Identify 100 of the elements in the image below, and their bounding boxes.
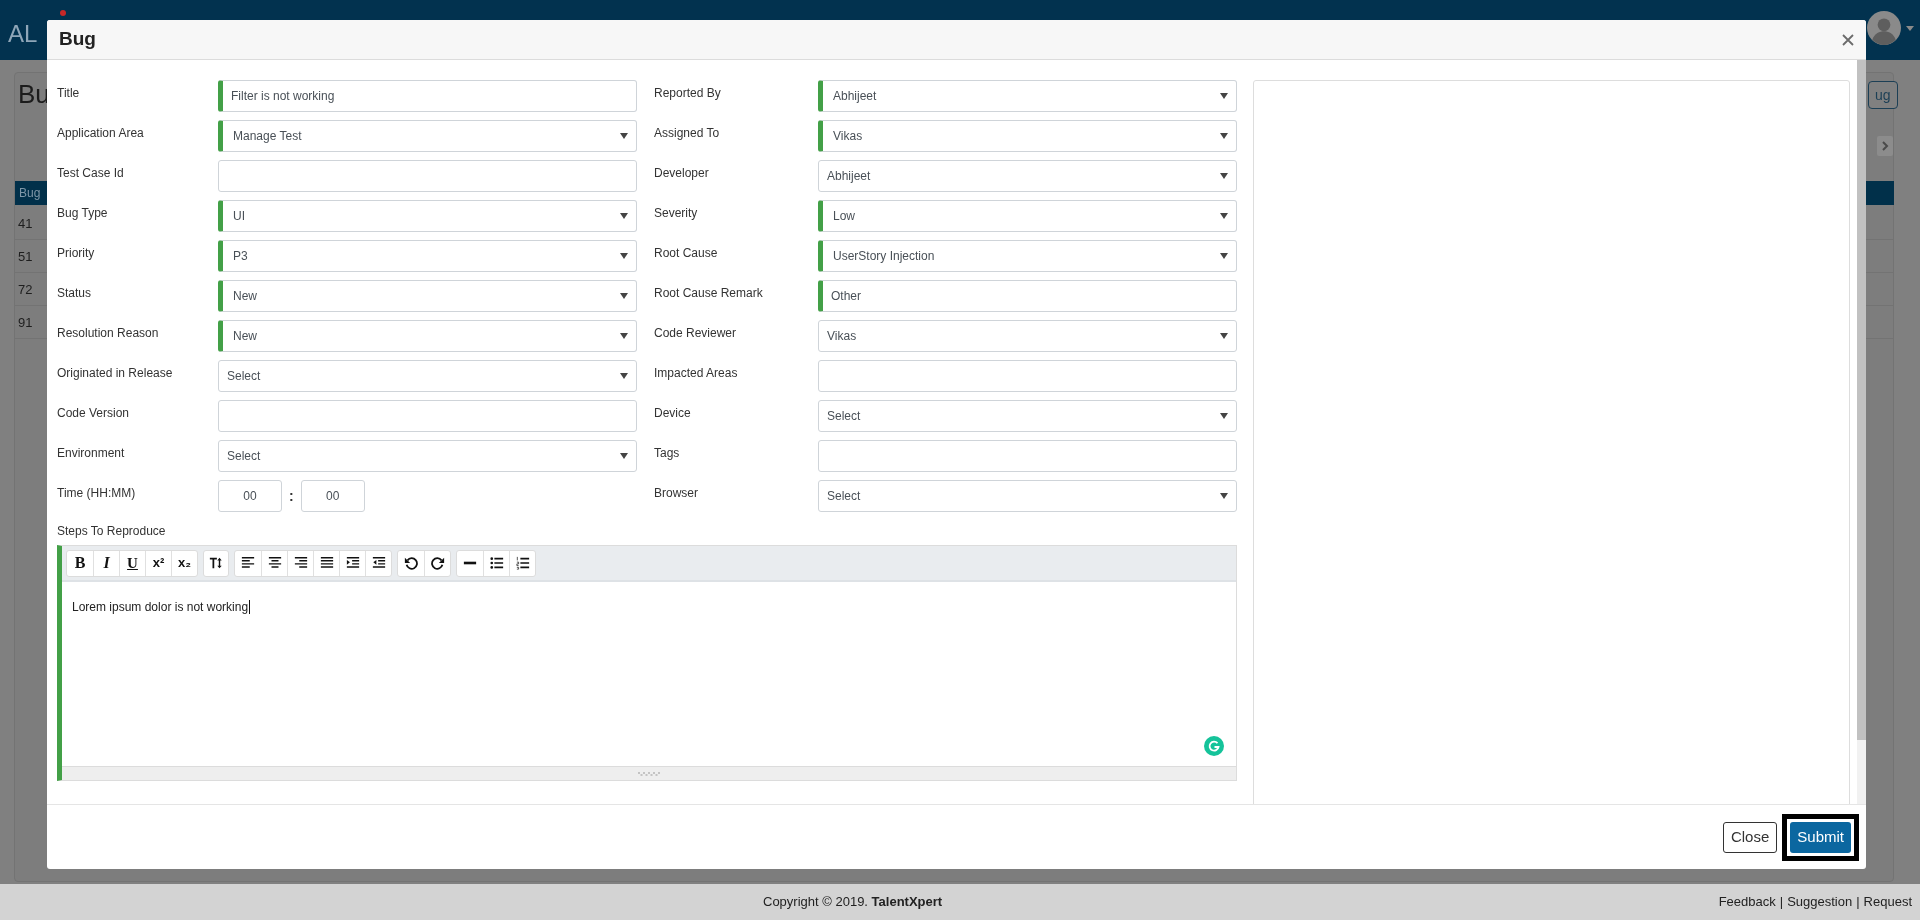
align-center-icon <box>267 556 282 570</box>
field-label: Assigned To <box>654 126 720 140</box>
font-size-button[interactable] <box>203 549 229 577</box>
align-right-icon <box>293 556 308 570</box>
caret-icon <box>1220 93 1228 99</box>
font-size-icon <box>209 556 223 570</box>
select-field[interactable]: New <box>218 320 637 352</box>
redo-icon <box>430 556 445 570</box>
numbered-list-icon <box>515 556 530 570</box>
field-label: Tags <box>654 446 680 460</box>
superscript-button[interactable]: x² <box>145 550 171 576</box>
submit-button[interactable]: Submit <box>1790 821 1851 853</box>
select-field[interactable]: New <box>218 280 637 312</box>
separator: | <box>1779 893 1784 911</box>
field-label: Developer <box>654 166 709 180</box>
field-label: Steps To Reproduce <box>57 524 166 538</box>
subscript-button[interactable]: x₂ <box>171 550 197 576</box>
scrollbar[interactable] <box>1857 60 1866 804</box>
table-cell: 41 <box>18 216 33 232</box>
editor-text: Lorem ipsum dolor is not working <box>72 600 251 614</box>
field-label: Browser <box>654 486 698 500</box>
field-label: Time (HH:MM) <box>57 486 136 500</box>
caret-icon <box>620 253 628 259</box>
field-label: Bug Type <box>57 206 108 220</box>
input-field[interactable] <box>818 360 1237 392</box>
field-label: Priority <box>57 246 95 260</box>
select-field[interactable]: P3 <box>218 240 637 272</box>
field-label: Root Cause Remark <box>654 286 763 300</box>
outdent-icon <box>371 556 386 570</box>
caret-icon <box>620 333 628 339</box>
underline-button[interactable]: U <box>119 550 145 576</box>
caret-icon <box>1220 333 1228 339</box>
undo-icon <box>404 556 418 570</box>
footer-link[interactable]: Suggestion <box>1787 893 1853 911</box>
footer-link[interactable]: Feedback <box>1718 893 1776 911</box>
table-cell: 51 <box>18 249 33 265</box>
caret-icon <box>1220 213 1228 219</box>
footer-link[interactable]: Request <box>1863 893 1912 911</box>
select-field[interactable]: Abhijeet <box>818 80 1237 112</box>
time-separator: : <box>289 486 294 506</box>
hours-field[interactable]: 00 <box>218 480 282 512</box>
minutes-field[interactable]: 00 <box>300 480 365 512</box>
close-button[interactable]: Close <box>1722 821 1778 853</box>
caret-icon <box>620 453 628 459</box>
field-label: Title <box>57 86 80 100</box>
rich-text-editor[interactable]: B I U x² x₂ Lorem ipsum dolor is not working <box>57 545 1237 781</box>
input-field[interactable]: Other <box>818 280 1237 312</box>
select-field[interactable]: Low <box>818 200 1237 232</box>
field-label: Code Reviewer <box>654 326 737 340</box>
close-icon[interactable] <box>1842 33 1854 46</box>
align-left-icon <box>241 556 255 570</box>
next-page-icon[interactable] <box>1877 136 1893 156</box>
field-label: Severity <box>654 206 698 220</box>
italic-button[interactable]: I <box>93 550 119 576</box>
field-label: Root Cause <box>654 246 718 260</box>
caret-icon <box>1220 413 1228 419</box>
select-field[interactable]: Select <box>218 360 637 392</box>
select-field[interactable]: Select <box>818 400 1237 432</box>
field-label: Code Version <box>57 406 130 420</box>
select-field[interactable]: Vikas <box>818 120 1237 152</box>
input-field[interactable]: Filter is not working <box>218 80 637 112</box>
caret-icon <box>620 293 628 299</box>
table-cell: 91 <box>18 315 33 331</box>
copyright-text: Copyright © 2019. TalentXpert <box>763 893 943 911</box>
caret-icon <box>620 213 628 219</box>
input-field[interactable] <box>218 400 637 432</box>
caret-icon <box>1220 493 1228 499</box>
select-field[interactable]: UI <box>218 200 637 232</box>
bullet-list-icon <box>489 556 504 570</box>
resize-handle-icon[interactable] <box>637 771 661 776</box>
bold-button[interactable]: B <box>67 550 93 576</box>
field-label: Status <box>57 286 92 300</box>
field-label: Impacted Areas <box>654 366 738 380</box>
grammar-checker-icon[interactable] <box>1204 736 1224 756</box>
caret-icon[interactable] <box>1906 26 1914 31</box>
caret-icon <box>1220 133 1228 139</box>
field-label: Reported By <box>654 86 721 100</box>
select-field[interactable]: Manage Test <box>218 120 637 152</box>
caret-icon <box>1220 253 1228 259</box>
modal-title: Bug <box>59 27 96 52</box>
caret-icon <box>1220 173 1228 179</box>
brand-logo: AL <box>8 20 38 48</box>
justify-icon <box>319 556 334 570</box>
avatar-icon[interactable] <box>1867 11 1901 45</box>
field-label: Originated in Release <box>57 366 173 380</box>
input-field[interactable] <box>218 160 637 192</box>
caret-icon <box>620 133 628 139</box>
select-field[interactable]: Select <box>818 480 1237 512</box>
input-field[interactable] <box>818 440 1237 472</box>
select-field[interactable]: Abhijeet <box>818 160 1237 192</box>
select-field[interactable]: Select <box>218 440 637 472</box>
separator: | <box>1856 893 1860 911</box>
field-label: Environment <box>57 446 125 460</box>
select-field[interactable]: UserStory Injection <box>818 240 1237 272</box>
caret-icon <box>620 373 628 379</box>
select-field[interactable]: Vikas <box>818 320 1237 352</box>
field-label: Test Case Id <box>57 166 124 180</box>
field-label: Application Area <box>57 126 144 140</box>
table-cell: 72 <box>18 282 33 298</box>
indent-icon <box>345 556 360 570</box>
